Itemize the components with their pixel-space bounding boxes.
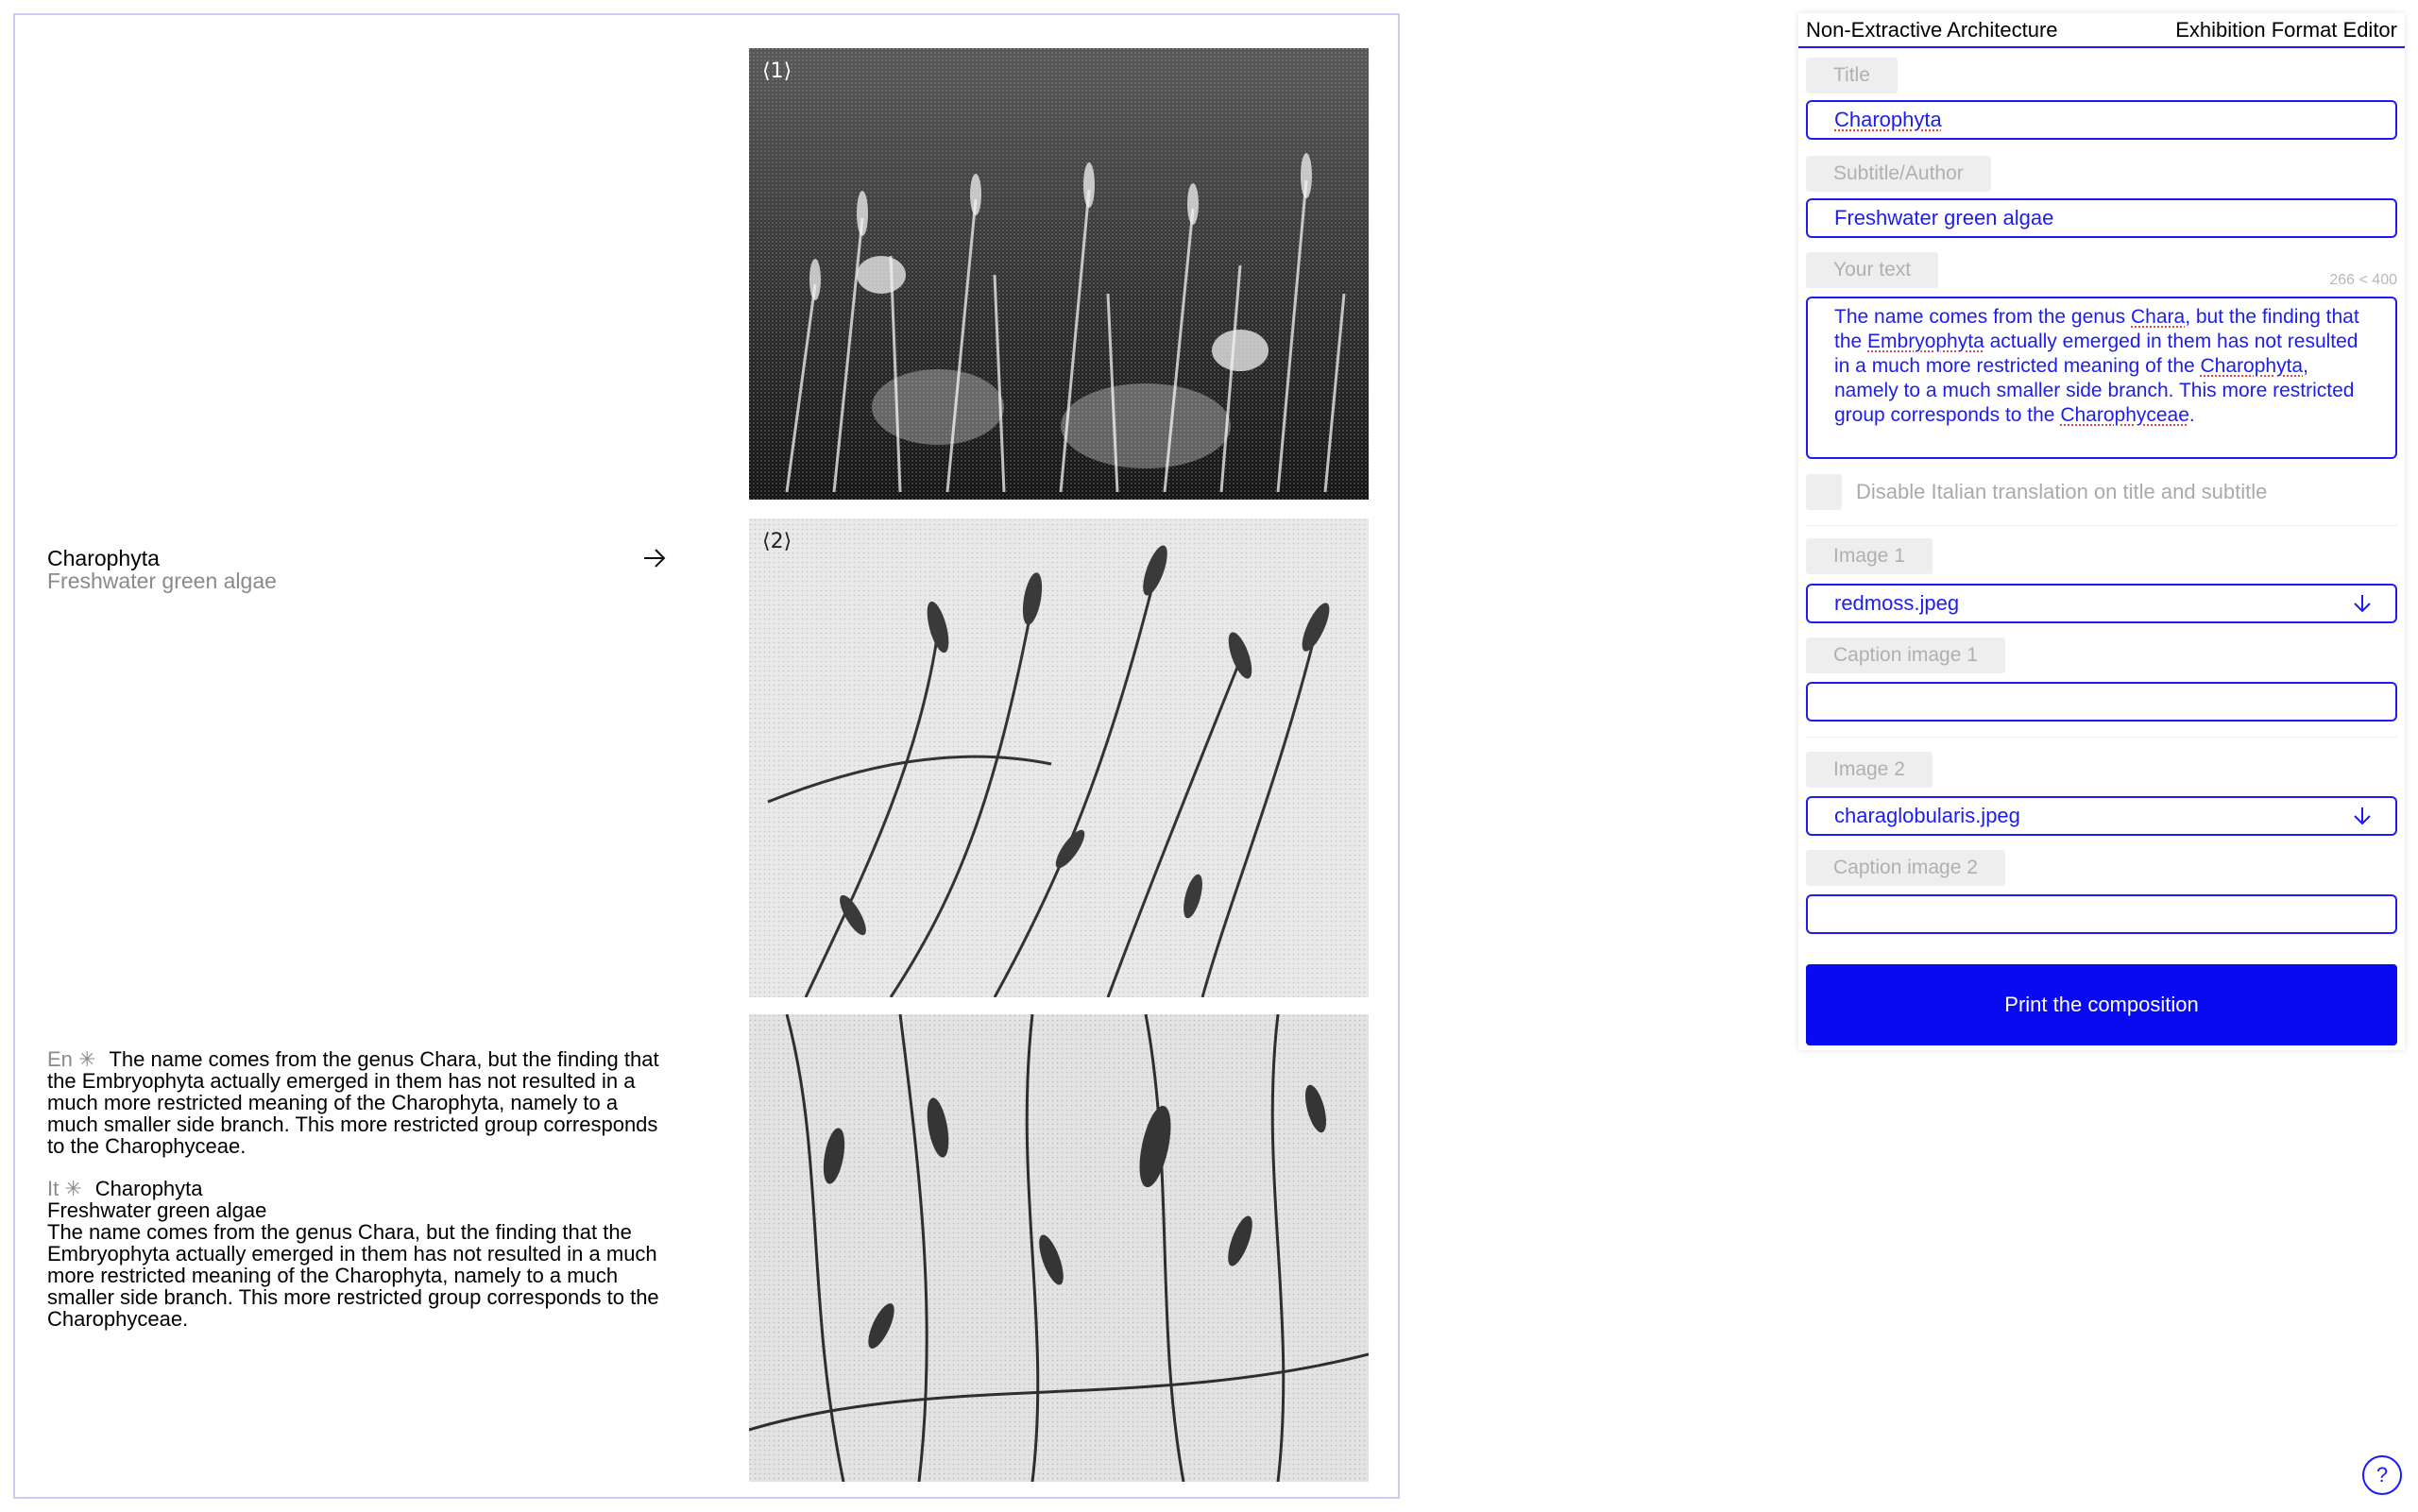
italian-subtitle: Freshwater green algae <box>47 1198 267 1222</box>
text-spell-word: Embryophyta <box>1867 331 1984 352</box>
text-spell-word: Charophyceae <box>2060 404 2189 426</box>
character-counter: 266 < 400 <box>2329 272 2397 288</box>
text-spell-word: Chara <box>2131 306 2186 328</box>
preview-english-text: En ✳ The name comes from the genus Chara,… <box>47 1048 671 1157</box>
subtitle-label: Subtitle/Author <box>1806 156 1991 192</box>
composition-preview: Charophyta Freshwater green algae En ✳ Th… <box>13 13 1400 1499</box>
arrow-down-icon <box>2354 595 2371 613</box>
preview-image-1: ⟨1⟩ <box>749 48 1369 500</box>
moss-image <box>749 48 1369 500</box>
editor-name: Exhibition Format Editor <box>2175 18 2397 42</box>
preview-image-2: ⟨2⟩ <box>749 518 1369 997</box>
caption2-label: Caption image 2 <box>1806 850 2005 886</box>
chara-detail-image <box>749 1014 1369 1482</box>
disable-translation-checkbox[interactable] <box>1806 474 1842 510</box>
english-body: The name comes from the genus Chara, but… <box>47 1047 659 1158</box>
image1-label: Image 1 <box>1806 538 1933 574</box>
caption1-input[interactable] <box>1806 682 2397 722</box>
arrow-right-icon <box>644 549 666 568</box>
text-part: The name comes from the genus <box>1834 306 2131 328</box>
title-input-value: Charophyta <box>1834 108 1942 131</box>
disable-translation-label: Disable Italian translation on title and… <box>1856 480 2268 503</box>
preview-title: Charophyta <box>47 546 160 570</box>
format-editor-panel: Non-Extractive Architecture Exhibition F… <box>1798 13 2405 1050</box>
italian-body: The name comes from the genus Chara, but… <box>47 1220 659 1331</box>
caption1-label: Caption image 1 <box>1806 637 2005 673</box>
title-label: Title <box>1806 58 1898 93</box>
caption2-input[interactable] <box>1806 894 2397 934</box>
project-name: Non-Extractive Architecture <box>1806 18 2058 42</box>
preview-subtitle: Freshwater green algae <box>47 569 277 593</box>
help-button[interactable]: ? <box>2362 1455 2402 1495</box>
text-spell-word: Charophyta <box>2200 355 2304 377</box>
image-number-2: ⟨2⟩ <box>762 530 792 553</box>
italian-title: Charophyta <box>94 1177 203 1200</box>
divider <box>1806 525 2397 526</box>
image1-select[interactable]: redmoss.jpeg <box>1806 584 2397 623</box>
print-composition-button[interactable]: Print the composition <box>1806 964 2397 1045</box>
image2-value: charaglobularis.jpeg <box>1834 804 2020 827</box>
chara-image <box>749 518 1369 997</box>
lang-tag-it: It ✳ <box>47 1177 82 1200</box>
subtitle-input[interactable]: Freshwater green algae <box>1806 198 2397 238</box>
divider <box>1806 737 2397 738</box>
text-part: . <box>2188 404 2195 426</box>
preview-italian-text: It ✳ Charophyta Freshwater green algae Th… <box>47 1178 671 1330</box>
image-number-1: ⟨1⟩ <box>762 59 792 83</box>
image2-select[interactable]: charaglobularis.jpeg <box>1806 796 2397 836</box>
editor-header: Non-Extractive Architecture Exhibition F… <box>1798 13 2405 48</box>
image1-value: redmoss.jpeg <box>1834 591 1960 615</box>
text-label: Your text <box>1806 252 1939 288</box>
lang-tag-en: En ✳ <box>47 1047 96 1071</box>
image2-label: Image 2 <box>1806 752 1933 788</box>
text-area[interactable]: The name comes from the genus Chara, but… <box>1806 297 2397 459</box>
preview-image-3 <box>749 1014 1369 1482</box>
title-input[interactable]: Charophyta <box>1806 100 2397 140</box>
arrow-down-icon <box>2354 807 2371 825</box>
